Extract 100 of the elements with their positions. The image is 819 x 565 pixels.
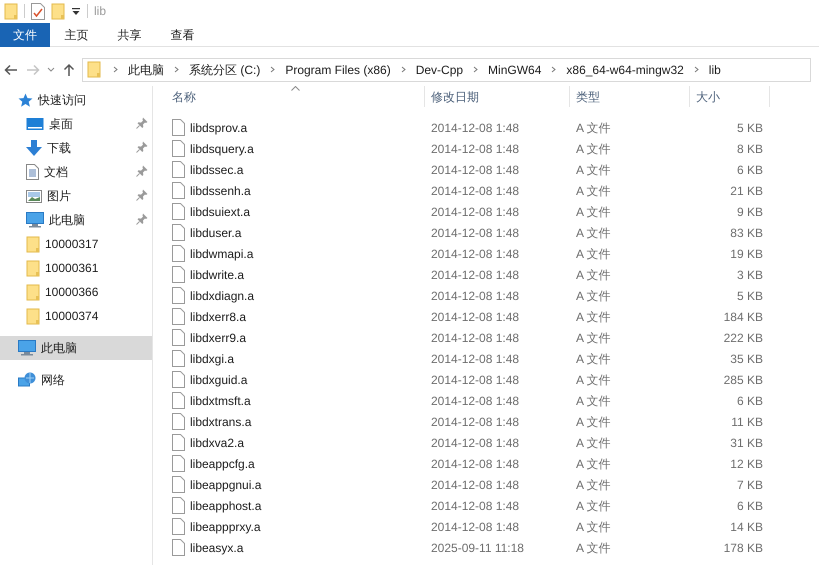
file-name[interactable]: libdxtrans.a <box>190 412 252 430</box>
file-name[interactable]: libdxva2.a <box>190 434 244 452</box>
breadcrumb[interactable]: 此电脑 <box>124 60 168 78</box>
table-cell-text: 21 KB <box>729 182 763 200</box>
file-name[interactable]: libeasyx.a <box>190 538 244 556</box>
file-name[interactable]: libdwmapi.a <box>190 244 254 262</box>
breadcrumb[interactable]: MinGW64 <box>484 60 546 78</box>
sidebar-item[interactable]: 10000366 <box>0 280 152 304</box>
sidebar-item[interactable]: 图片 <box>0 184 152 208</box>
table-cell-text: A 文件 <box>575 518 612 536</box>
table-cell-text: 31 KB <box>729 434 763 452</box>
breadcrumb[interactable]: Program Files (x86) <box>281 60 395 78</box>
file-icon <box>172 518 185 535</box>
sidebar-item[interactable]: 下载 <box>0 136 152 160</box>
table-cell-text: 2014-12-08 1:48 <box>430 120 520 136</box>
table-cell-text: 9 KB <box>736 204 763 220</box>
file-name[interactable]: libdxerr9.a <box>190 328 246 346</box>
table-cell-text: A 文件 <box>575 414 612 430</box>
file-icon <box>172 392 185 409</box>
table-cell-text: 184 KB <box>722 308 763 326</box>
file-icon <box>172 413 185 430</box>
window-title: lib <box>94 3 106 20</box>
file-icon <box>172 350 185 367</box>
table-cell-text: A 文件 <box>575 266 612 284</box>
chevron-right-icon <box>270 66 276 73</box>
folder-icon <box>26 260 40 276</box>
table-cell-text: 7 KB <box>736 476 763 494</box>
column-header[interactable]: 类型 <box>570 86 690 107</box>
document-icon <box>26 164 39 180</box>
breadcrumb[interactable]: 系统分区 (C:) <box>185 60 264 78</box>
column-header[interactable]: 大小 <box>690 86 770 107</box>
file-name[interactable]: libdsprov.a <box>190 118 248 136</box>
file-name[interactable]: libeapphost.a <box>190 496 262 514</box>
table-cell-text: A 文件 <box>575 350 612 368</box>
column-header[interactable]: 修改日期 <box>425 86 570 107</box>
sidebar-item[interactable]: 10000361 <box>0 256 152 280</box>
sidebar-item[interactable]: 桌面 <box>0 112 152 136</box>
breadcrumb[interactable]: x86_64-w64-mingw32 <box>562 60 688 78</box>
file-icon <box>172 287 185 304</box>
breadcrumb[interactable]: lib <box>704 60 725 78</box>
file-icon <box>172 182 185 199</box>
file-icon <box>172 161 185 178</box>
file-name[interactable]: libdxtmsft.a <box>190 392 251 410</box>
breadcrumb[interactable]: Dev-Cpp <box>412 60 468 78</box>
table-cell-text: 2025-09-11 11:18 <box>430 540 525 556</box>
chevron-right-icon <box>113 66 118 73</box>
folder-icon <box>87 61 101 78</box>
desktop-icon <box>26 117 44 131</box>
dropdown-icon[interactable] <box>71 6 81 16</box>
table-cell-text: 2014-12-08 1:48 <box>430 224 520 242</box>
table-cell-text: 3 KB <box>736 266 763 284</box>
address-bar[interactable]: 此电脑 系统分区 (C:) Program Files (x86) Dev-Cpp MinGW64 x86_64-w64-mingw32 lib <box>82 58 811 82</box>
sidebar-item[interactable]: 网络 <box>0 368 152 392</box>
file-name[interactable]: libduser.a <box>190 224 242 242</box>
chevron-right-icon <box>400 66 406 73</box>
table-cell-text: 8 KB <box>736 140 763 158</box>
ribbon-tab[interactable]: 共享 <box>103 23 156 47</box>
ribbon-tab[interactable]: 查看 <box>156 23 209 47</box>
table-cell-text: 2014-12-08 1:48 <box>430 476 520 494</box>
sidebar-item[interactable]: 10000374 <box>0 304 152 328</box>
chevron-down-icon <box>47 67 55 72</box>
sidebar-item[interactable]: 此电脑 <box>0 336 152 360</box>
file-name[interactable]: libdwrite.a <box>190 266 244 284</box>
chevron-right-icon <box>473 66 478 73</box>
table-cell-text: 6 KB <box>736 392 763 410</box>
file-name[interactable]: libdsuiext.a <box>190 202 250 220</box>
file-name[interactable]: libeappcfg.a <box>190 454 255 472</box>
properties-icon[interactable] <box>31 2 45 20</box>
file-icon <box>172 203 185 220</box>
table-cell-text: 2014-12-08 1:48 <box>430 518 520 536</box>
file-name[interactable]: libdxgi.a <box>190 350 234 368</box>
file-icon <box>172 476 185 493</box>
column-header[interactable]: 名称 <box>153 86 425 107</box>
file-tab[interactable]: 文件 <box>0 23 50 47</box>
file-name[interactable]: libeappgnui.a <box>190 476 262 494</box>
file-name[interactable]: libdxguid.a <box>190 370 248 388</box>
table-cell-text: 2014-12-08 1:48 <box>430 392 520 410</box>
table-cell-text: 19 KB <box>729 246 763 262</box>
file-name[interactable]: libdssenh.a <box>190 182 251 200</box>
table-cell-text: 2014-12-08 1:48 <box>430 246 520 262</box>
file-name[interactable]: libdxerr8.a <box>190 308 246 326</box>
sidebar-item[interactable]: 此电脑 <box>0 208 152 232</box>
table-cell-text: 2014-12-08 1:48 <box>430 372 520 388</box>
table-cell-text: 2014-12-08 1:48 <box>430 498 520 514</box>
sidebar-item[interactable]: 文档 <box>0 160 152 184</box>
ribbon-tab[interactable]: 主页 <box>50 23 103 47</box>
table-cell-text: A 文件 <box>575 498 612 514</box>
computer-icon <box>18 340 36 356</box>
table-cell-text: A 文件 <box>575 140 612 158</box>
sidebar-item[interactable]: 10000317 <box>0 232 152 256</box>
file-icon <box>172 371 185 388</box>
table-cell-text: 11 KB <box>730 414 763 430</box>
sidebar-item[interactable]: 快速访问 <box>0 88 152 112</box>
file-name[interactable]: libdsquery.a <box>190 140 254 158</box>
file-icon <box>172 497 185 514</box>
file-name[interactable]: libdssec.a <box>190 160 244 178</box>
table-cell-text: 2014-12-08 1:48 <box>430 414 520 430</box>
file-name[interactable]: libeappprxy.a <box>190 518 260 536</box>
table-cell-text: 12 KB <box>729 456 763 472</box>
file-name[interactable]: libdxdiagn.a <box>190 286 254 304</box>
